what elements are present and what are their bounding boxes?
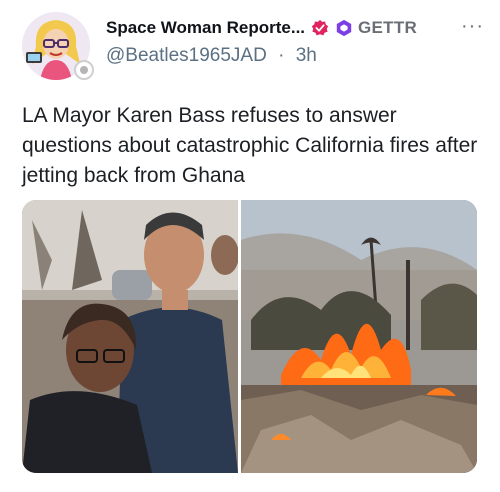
post-media[interactable]	[22, 200, 477, 473]
avatar-badge-icon	[74, 60, 94, 80]
gettr-icon	[336, 19, 352, 37]
timestamp: 3h	[295, 45, 317, 66]
name-row: Space Woman Reporte... GETTR	[106, 16, 490, 40]
photo-fire[interactable]	[241, 200, 477, 473]
post-text: LA Mayor Karen Bass refuses to answer qu…	[22, 104, 478, 187]
user-handle[interactable]: @Beatles1965JAD	[106, 45, 267, 66]
photo-officials-illustration	[22, 200, 238, 473]
post-header: Space Woman Reporte... GETTR ··· @Beatle…	[106, 16, 490, 76]
network-label: GETTR	[358, 18, 418, 37]
separator-dot: ·	[278, 45, 285, 66]
more-options-icon[interactable]: ···	[461, 16, 484, 36]
display-name[interactable]: Space Woman Reporte...	[106, 18, 305, 38]
verified-icon	[311, 19, 329, 36]
photo-officials[interactable]	[22, 200, 238, 473]
handle-row: @Beatles1965JAD · 3h	[106, 45, 490, 67]
photo-fire-illustration	[241, 200, 477, 473]
